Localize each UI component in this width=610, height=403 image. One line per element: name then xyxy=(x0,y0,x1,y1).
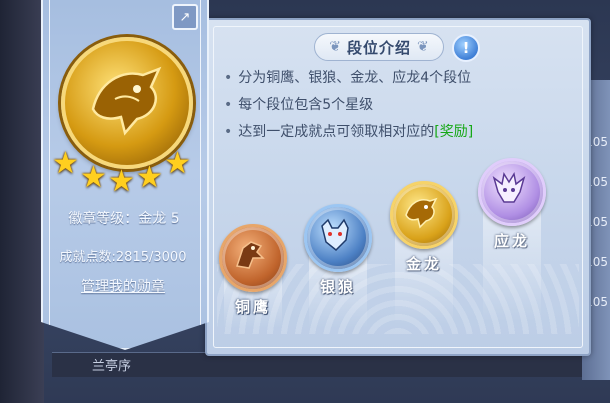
tier-gold-dragon[interactable]: 金龙 xyxy=(389,181,459,325)
star-rating: ★ ★ ★ ★ ★ xyxy=(52,146,194,199)
intro-bullet: • 每个段位包含5个星级 xyxy=(224,93,569,120)
bullet-text: 每个段位包含5个星级 xyxy=(238,97,374,113)
bullet-text: 分为铜鹰、银狼、金龙、应龙4个段位 xyxy=(238,70,472,86)
tier-bronze-eagle[interactable]: 铜鹰 xyxy=(218,224,288,328)
star-icon: ★ xyxy=(80,160,107,195)
intro-bullet-list: • 分为铜鹰、银狼、金龙、应龙4个段位 • 每个段位包含5个星级 • 达到一定成就点可… xyxy=(224,66,569,147)
achievement-points: 成就点数:2815/3000 xyxy=(59,250,187,265)
bullet-text: 达到一定成就点可领取相对应的 xyxy=(238,124,435,140)
reward-link[interactable]: [奖励] xyxy=(434,124,473,140)
bullet-dot-icon: • xyxy=(224,70,233,86)
swirl-icon: ❦ xyxy=(329,39,341,55)
left-background-strip xyxy=(0,0,44,403)
intro-title: 段位介绍 xyxy=(346,38,411,57)
intro-title-pill: ❦ 段位介绍 ❦ xyxy=(314,33,444,61)
external-link-icon: ↗ xyxy=(179,9,191,25)
swirl-icon: ❦ xyxy=(417,39,429,55)
tier-silver-wolf[interactable]: 银狼 xyxy=(303,204,373,328)
background-tab-label: 兰亭序 xyxy=(92,359,132,374)
gold-dragon-icon xyxy=(390,181,458,249)
info-button[interactable]: ! xyxy=(452,34,480,62)
intro-bullet: • 达到一定成就点可领取相对应的[奖励] xyxy=(224,120,569,147)
badge-level: 徽章等级：金龙 5 xyxy=(68,211,180,227)
star-icon: ★ xyxy=(52,146,79,181)
silver-wolf-icon xyxy=(304,204,372,272)
bullet-dot-icon: • xyxy=(224,97,233,113)
star-icon: ★ xyxy=(136,160,163,195)
external-link-button[interactable]: ↗ xyxy=(172,4,198,30)
purple-dragon-icon xyxy=(478,158,546,226)
intro-bullet: • 分为铜鹰、银狼、金龙、应龙4个段位 xyxy=(224,66,569,93)
exclamation-icon: ! xyxy=(462,39,470,57)
tier-purple-dragon[interactable]: 应龙 xyxy=(477,158,547,322)
manage-medals-link[interactable]: 管理我的勋章 xyxy=(73,276,173,296)
star-icon: ★ xyxy=(108,164,135,199)
bronze-eagle-icon xyxy=(219,224,287,292)
star-icon: ★ xyxy=(164,146,191,181)
bullet-dot-icon: • xyxy=(224,124,233,140)
